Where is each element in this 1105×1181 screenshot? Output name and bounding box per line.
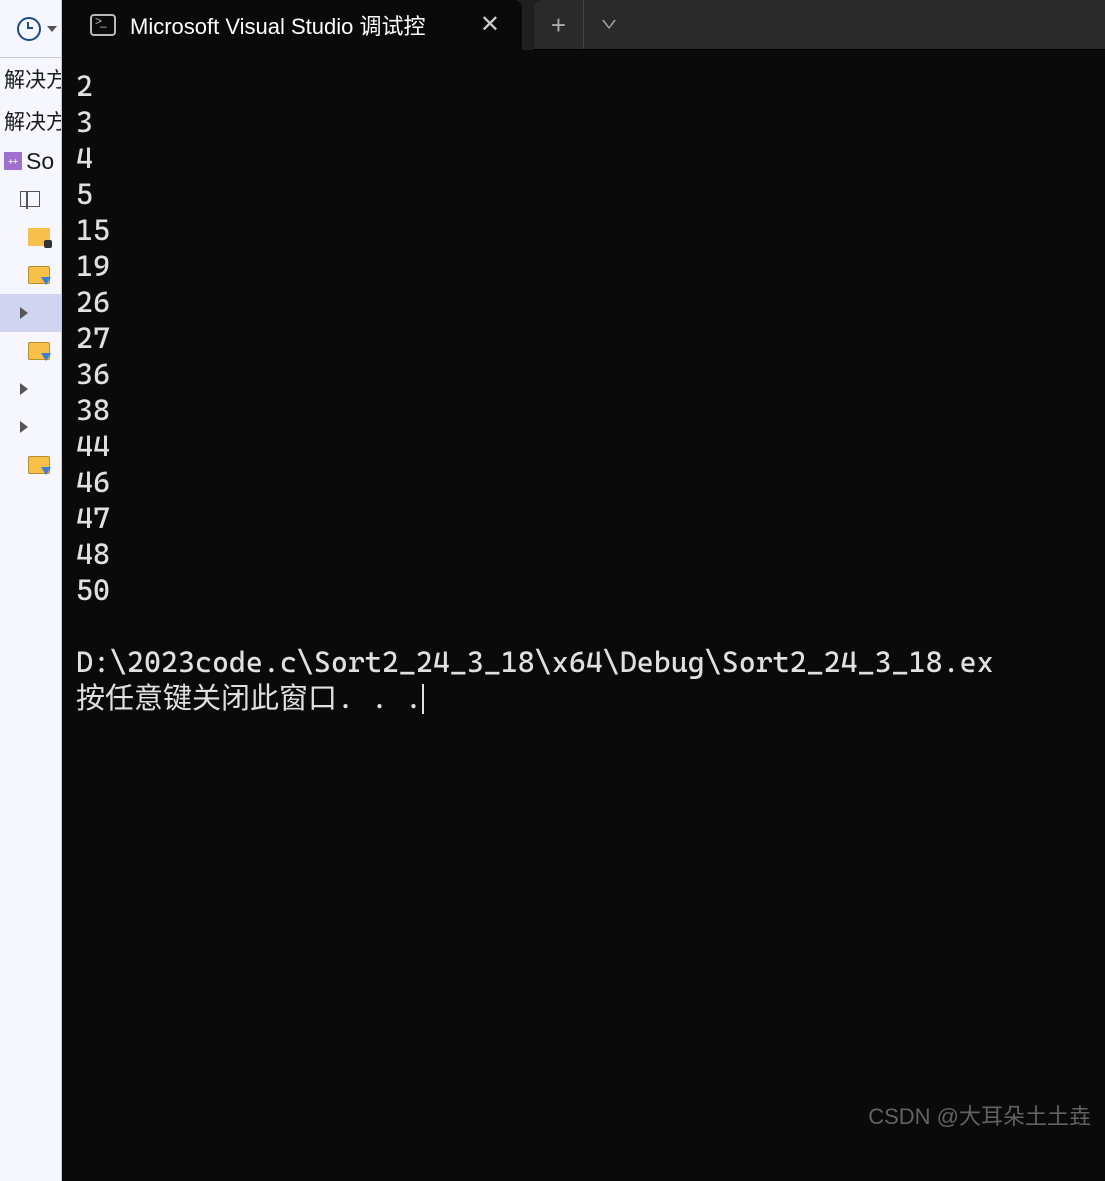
tree-filter-item-3[interactable] (0, 446, 61, 484)
output-line: 50 (76, 573, 110, 607)
filter-folder-icon (28, 342, 50, 360)
tree-project-item[interactable]: ++ So (0, 142, 61, 180)
output-line: 46 (76, 465, 110, 499)
press-any-key-line: 按任意键关闭此窗口. . . (76, 681, 422, 715)
cpp-project-icon: ++ (4, 152, 22, 170)
output-line: 2 (76, 69, 93, 103)
output-line: 15 (76, 213, 110, 247)
vs-solution-explorer-sidebar: 解决方 解决方 ++ So (0, 0, 62, 1181)
executable-path-line: D:\2023code.c\Sort2_24_3_18\x64\Debug\So… (76, 645, 994, 679)
output-line: 4 (76, 141, 93, 175)
tab-dropdown-button[interactable] (584, 0, 634, 49)
chevron-right-icon (20, 383, 28, 395)
plus-icon: + (551, 12, 566, 38)
chevron-right-icon (20, 421, 28, 433)
output-line: 5 (76, 177, 93, 211)
close-tab-button[interactable]: ✕ (476, 9, 504, 41)
output-line: 27 (76, 321, 110, 355)
filter-folder-icon (28, 456, 50, 474)
tree-references-item[interactable] (0, 180, 61, 218)
csdn-watermark: CSDN @大耳朵土土垚 (868, 1099, 1091, 1131)
chevron-right-icon (20, 307, 28, 319)
solution-header-1: 解决方 (0, 58, 61, 100)
output-line: 19 (76, 249, 110, 283)
new-tab-button[interactable]: + (534, 0, 584, 49)
filter-folder-icon (28, 266, 50, 284)
output-line: 47 (76, 501, 110, 535)
console-output[interactable]: 2 3 4 5 15 19 26 27 36 38 44 46 47 48 50… (62, 50, 1105, 736)
console-tab-title: Microsoft Visual Studio 调试控 (130, 9, 462, 41)
active-console-tab[interactable]: Microsoft Visual Studio 调试控 ✕ (62, 0, 522, 50)
output-line: 38 (76, 393, 110, 427)
text-cursor (422, 684, 424, 714)
console-titlebar: Microsoft Visual Studio 调试控 ✕ + (62, 0, 1105, 50)
output-line: 36 (76, 357, 110, 391)
tree-expand-item-2[interactable] (0, 408, 61, 446)
tree-filter-item-2[interactable] (0, 332, 61, 370)
tree-item-label: So (26, 148, 54, 175)
tab-actions-bar: + (534, 0, 1105, 50)
tree-filter-item-1[interactable] (0, 256, 61, 294)
dropdown-arrow-icon[interactable] (47, 26, 57, 32)
tree-item-selected[interactable] (0, 294, 61, 332)
references-icon (20, 191, 40, 207)
solution-header-2: 解决方 (0, 100, 61, 142)
output-line: 44 (76, 429, 110, 463)
external-deps-icon (28, 228, 50, 246)
output-line: 3 (76, 105, 93, 139)
solution-tree: ++ So (0, 142, 61, 484)
sidebar-toolbar (0, 0, 61, 58)
chevron-down-icon (602, 20, 616, 29)
output-line: 48 (76, 537, 110, 571)
tree-expand-item-1[interactable] (0, 370, 61, 408)
recent-icon[interactable] (17, 17, 41, 41)
output-line: 26 (76, 285, 110, 319)
console-icon (90, 14, 116, 36)
tree-externals-item[interactable] (0, 218, 61, 256)
debug-console-window: Microsoft Visual Studio 调试控 ✕ + 2 3 4 5 … (62, 0, 1105, 1181)
